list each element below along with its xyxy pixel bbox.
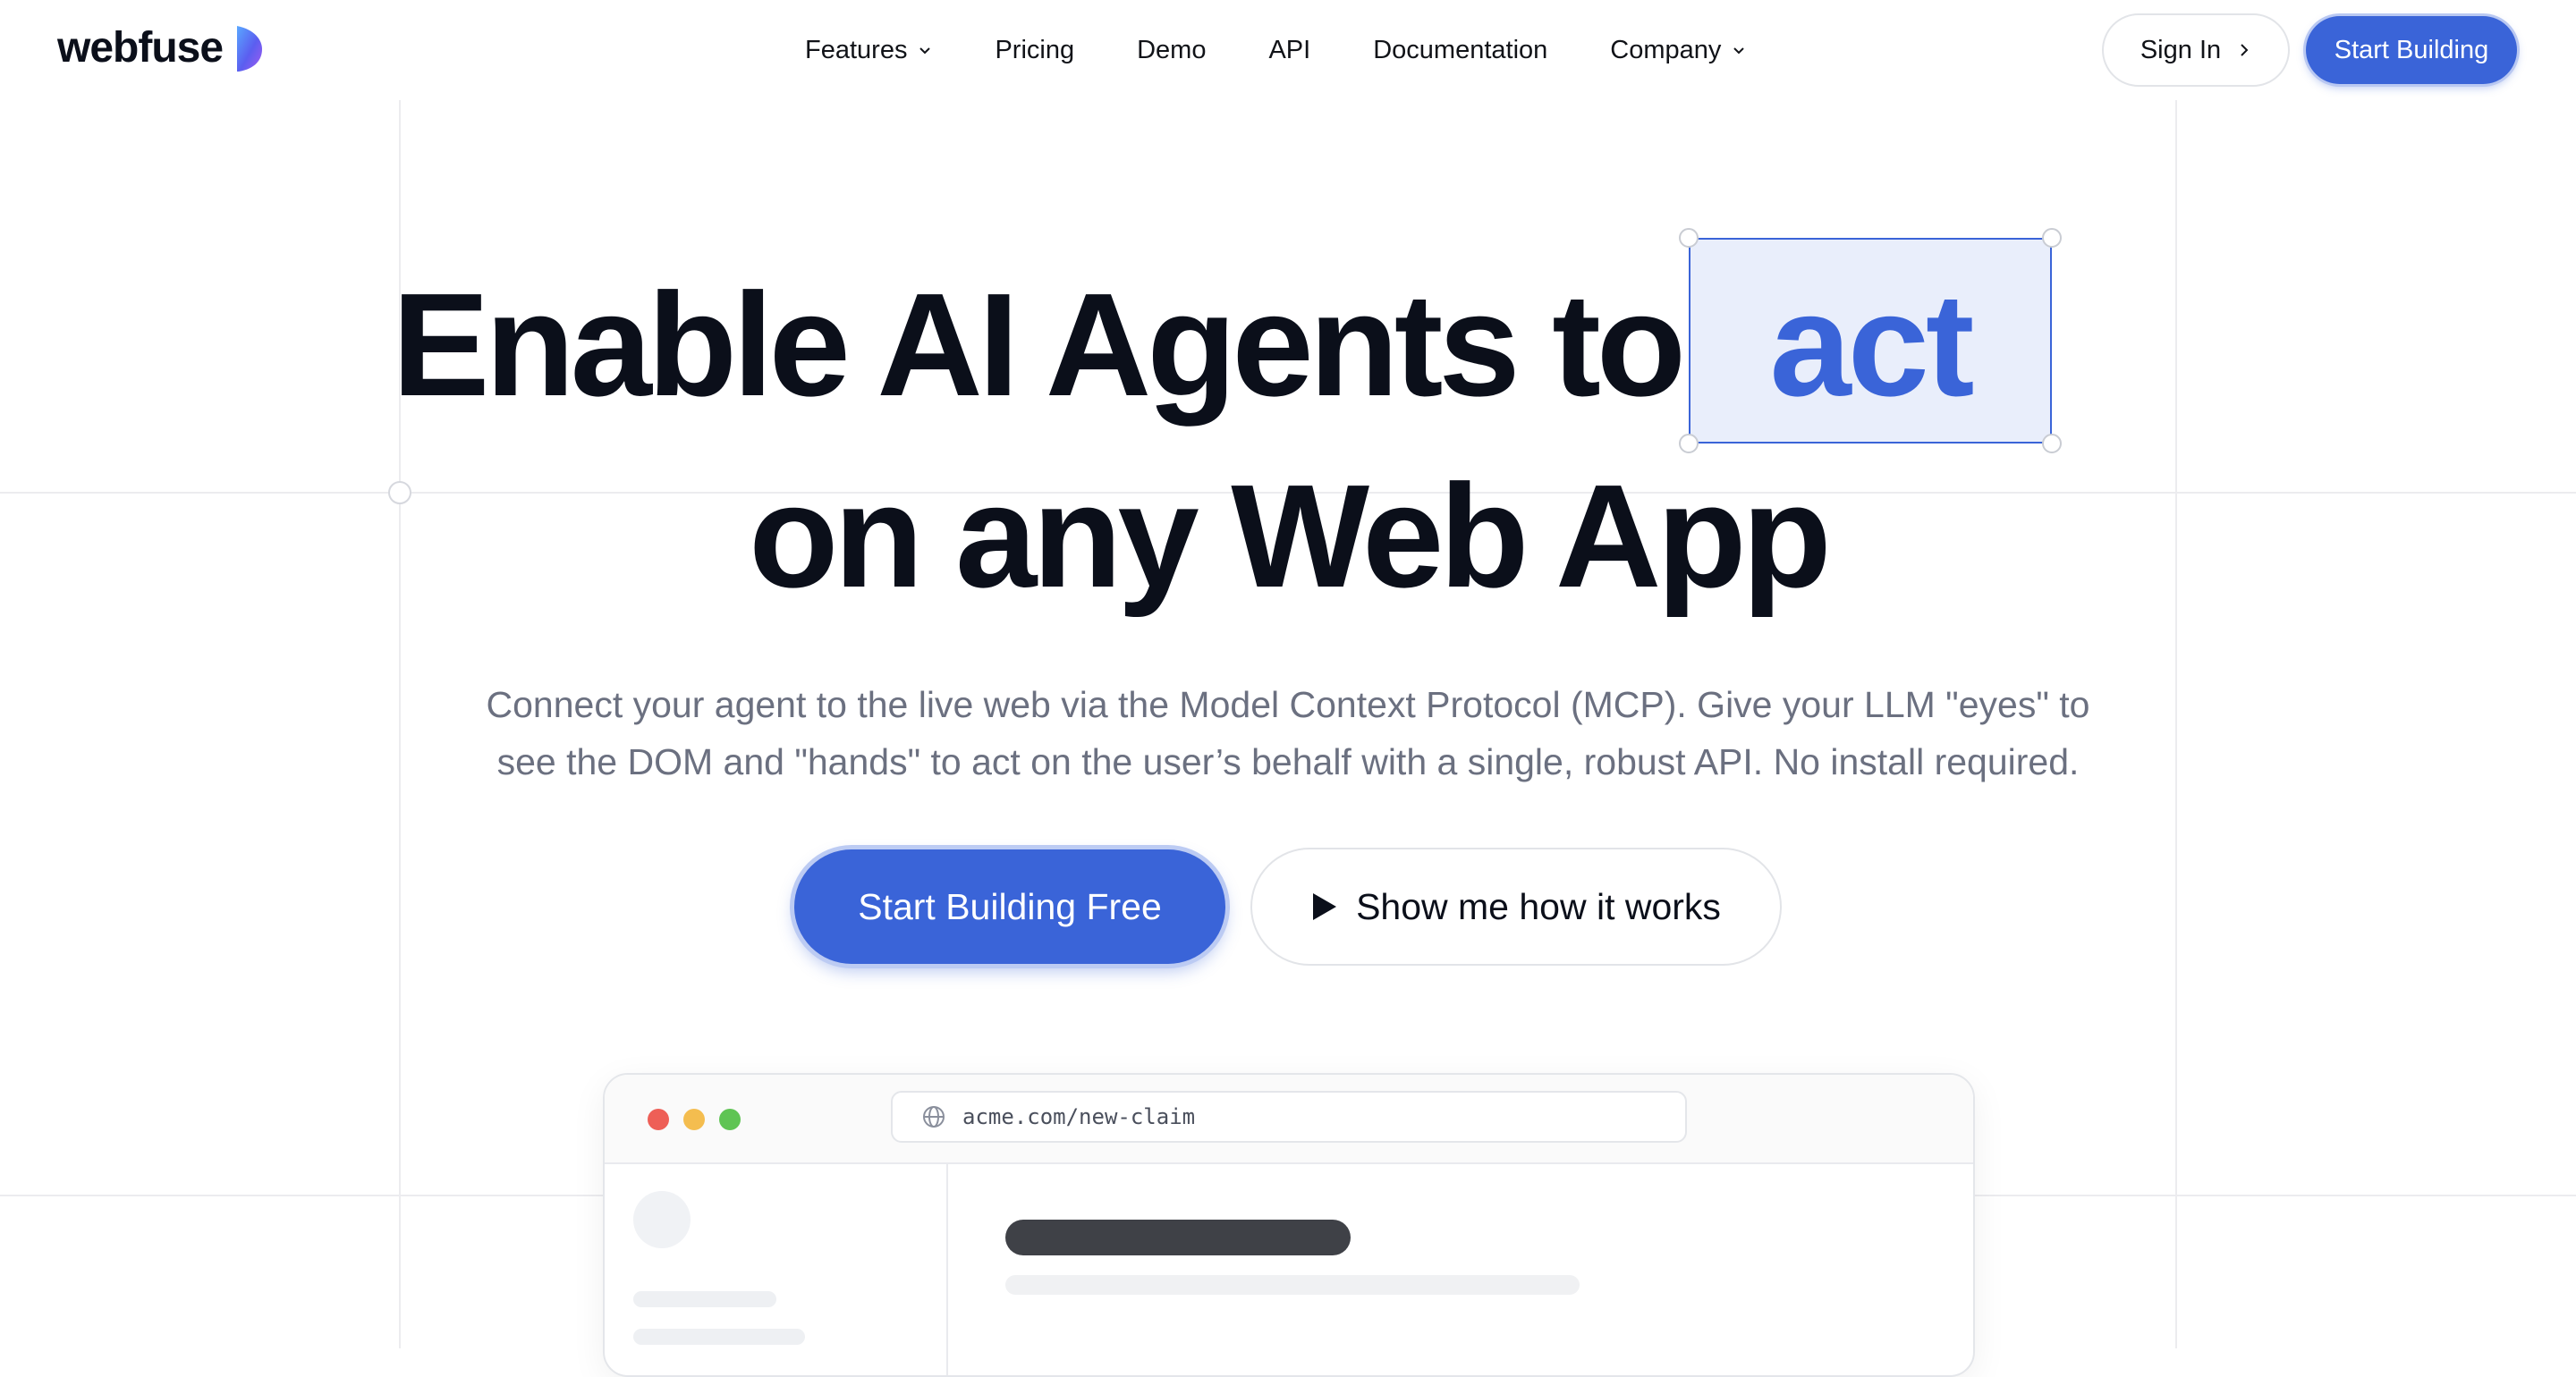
skeleton-title <box>1005 1220 1351 1255</box>
globe-icon <box>923 1106 945 1128</box>
selection-handle <box>1679 434 1699 453</box>
site-header: webfuse Features Pricing Demo API Docume… <box>0 0 2576 100</box>
start-building-free-button[interactable]: Start Building Free <box>794 849 1225 964</box>
chevron-down-icon <box>919 47 931 55</box>
window-close-dot <box>648 1109 669 1130</box>
main-nav: Features Pricing Demo API Documentation … <box>805 0 1809 100</box>
nav-api-label: API <box>1268 35 1311 64</box>
skeleton-line <box>633 1291 776 1307</box>
hero-subtitle-line2: see the DOM and "hands" to act on the us… <box>496 741 2080 782</box>
nav-demo[interactable]: Demo <box>1137 36 1206 65</box>
nav-api[interactable]: API <box>1268 36 1310 65</box>
sign-in-label: Sign In <box>2140 35 2222 64</box>
nav-features-label: Features <box>805 35 908 64</box>
hero-title-highlight: act <box>1769 263 1974 427</box>
browser-toolbar: acme.com/new-claim <box>605 1075 1973 1164</box>
logo[interactable]: webfuse <box>57 23 263 72</box>
hero-title-line1: Enable AI Agents to <box>392 263 1686 427</box>
nav-pricing[interactable]: Pricing <box>995 36 1074 65</box>
skeleton-line <box>633 1329 805 1345</box>
window-minimize-dot <box>683 1109 705 1130</box>
show-how-it-works-label: Show me how it works <box>1356 885 1721 927</box>
selection-handle <box>2042 228 2062 248</box>
chevron-down-icon <box>1733 47 1745 55</box>
play-icon <box>1313 893 1337 920</box>
skeleton-line <box>1005 1275 1580 1295</box>
nav-documentation[interactable]: Documentation <box>1373 36 1547 65</box>
nav-demo-label: Demo <box>1137 35 1207 64</box>
nav-company[interactable]: Company <box>1610 36 1746 65</box>
logo-text: webfuse <box>57 24 224 72</box>
hero-subtitle-line1: Connect your agent to the live web via t… <box>486 684 2090 725</box>
mockup-sidebar <box>605 1162 948 1375</box>
avatar-placeholder <box>633 1191 691 1248</box>
nav-pricing-label: Pricing <box>995 35 1075 64</box>
selection-handle <box>1679 228 1699 248</box>
address-bar-url: acme.com/new-claim <box>962 1104 1196 1129</box>
nav-features[interactable]: Features <box>805 36 932 65</box>
nav-documentation-label: Documentation <box>1373 35 1548 64</box>
webfuse-logo-mark-icon <box>237 25 263 72</box>
sign-in-button[interactable]: Sign In <box>2102 13 2290 87</box>
show-how-it-works-button[interactable]: Show me how it works <box>1250 848 1782 966</box>
start-building-button[interactable]: Start Building <box>2306 16 2517 84</box>
window-maximize-dot <box>719 1109 741 1130</box>
hero-title-line2: on any Web App <box>749 454 1832 618</box>
nav-company-label: Company <box>1610 35 1722 64</box>
address-bar[interactable]: acme.com/new-claim <box>891 1091 1687 1143</box>
selection-handle <box>2042 434 2062 453</box>
browser-mockup: acme.com/new-claim <box>603 1073 1975 1377</box>
chevron-right-icon <box>2241 44 2249 56</box>
